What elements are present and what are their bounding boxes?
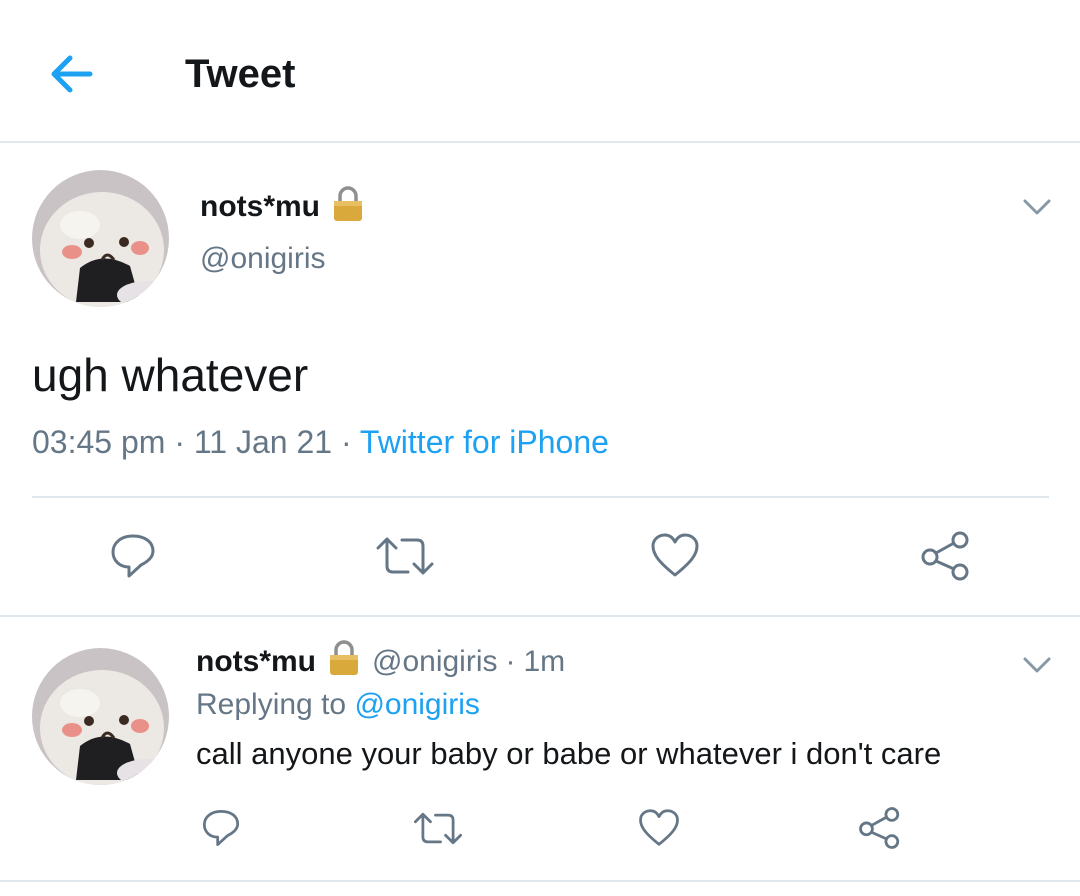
reply-icon[interactable] — [108, 532, 158, 585]
chevron-down-icon[interactable] — [1022, 196, 1052, 223]
divider — [0, 880, 1080, 882]
reply-text: call anyone your baby or babe or whateve… — [196, 736, 942, 771]
divider — [32, 496, 1049, 498]
tweet-time: 03:45 pm — [32, 424, 166, 460]
share-icon[interactable] — [920, 530, 972, 587]
author-row: nots*mu — [200, 186, 364, 227]
tweet-meta: 03:45 pm · 11 Jan 21 · Twitter for iPhon… — [32, 424, 609, 461]
share-icon[interactable] — [858, 806, 902, 855]
page-title: Tweet — [185, 52, 296, 96]
display-name[interactable]: nots*mu — [200, 190, 320, 224]
retweet-icon[interactable] — [374, 534, 436, 583]
reply-time: 1m — [523, 645, 566, 678]
top-bar: Tweet — [0, 0, 1080, 143]
avatar[interactable] — [32, 170, 169, 307]
separator: · — [505, 645, 516, 678]
retweet-icon[interactable] — [412, 810, 464, 852]
display-name[interactable]: nots*mu — [196, 645, 316, 679]
handle[interactable]: @onigiris — [372, 645, 498, 679]
tweet-date: 11 Jan 21 — [193, 424, 333, 460]
tweet-text: ugh whatever — [32, 349, 309, 401]
lock-icon — [328, 640, 360, 684]
replying-to: Replying to @onigiris — [196, 688, 480, 722]
chevron-down-icon[interactable] — [1022, 654, 1052, 681]
separator: · — [332, 424, 360, 460]
handle[interactable]: @onigiris — [200, 242, 326, 276]
reply-author-row: nots*mu @onigiris · 1m — [196, 640, 565, 684]
like-icon[interactable] — [650, 532, 700, 583]
like-icon[interactable] — [638, 808, 680, 852]
back-arrow-icon[interactable] — [46, 48, 98, 100]
reply-icon[interactable] — [200, 808, 242, 853]
divider — [0, 615, 1080, 617]
tweet-source-link[interactable]: Twitter for iPhone — [360, 424, 609, 460]
mention-link[interactable]: @onigiris — [354, 688, 480, 721]
lock-icon — [332, 186, 364, 227]
avatar[interactable] — [32, 648, 169, 785]
separator: · — [165, 424, 194, 460]
replying-prefix: Replying to — [196, 688, 355, 721]
